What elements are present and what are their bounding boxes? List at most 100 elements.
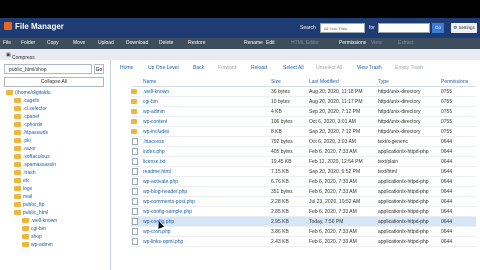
table-row[interactable]: readme.html 7.15 KB Sep 20, 2020, 6:52 PM t… xyxy=(131,167,476,177)
settings-button[interactable]: ⚙ Settings xyxy=(451,23,477,33)
file-name[interactable]: readme.html xyxy=(143,169,171,175)
table-row[interactable]: license.txt 19.45 KB Feb 12, 2020, 12:54 P… xyxy=(131,157,476,167)
file-perms: 0644 xyxy=(441,209,453,215)
toolbar-upload-button[interactable]: Upload xyxy=(98,40,114,46)
toolbar-delete-button[interactable]: Delete xyxy=(159,40,173,46)
tree-item[interactable]: logs xyxy=(14,186,32,193)
column-name[interactable]: Name xyxy=(143,79,156,85)
table-row[interactable]: wp-config.php 2.95 KB Today, 7:56 PM applic… xyxy=(131,217,476,227)
file-name[interactable]: .well-known xyxy=(143,89,169,95)
search-input[interactable] xyxy=(378,23,430,33)
action-view-trash-button[interactable]: View Trash xyxy=(357,65,382,71)
toolbar-permissions-button[interactable]: Permissions xyxy=(339,40,366,46)
path-go-button[interactable]: Go xyxy=(94,64,104,74)
table-row[interactable]: wp-comments-post.php 2.28 KB Jul 23, 2020,… xyxy=(131,197,476,207)
tree-item[interactable]: .trash xyxy=(14,170,36,177)
column-type[interactable]: Type xyxy=(378,79,389,85)
action-forward-button[interactable]: Forward xyxy=(218,65,236,71)
table-row[interactable]: wp-content 106 bytes Oct 6, 2020, 3:01 AM h… xyxy=(131,117,476,127)
tree-item[interactable]: .cl.selector xyxy=(14,106,47,113)
action-reload-button[interactable]: Reload xyxy=(251,65,267,71)
action-back-button[interactable]: Back xyxy=(193,65,204,71)
action-up-one-level-button[interactable]: Up One Level xyxy=(148,65,179,71)
toolbar-rename-button[interactable]: Rename xyxy=(244,40,263,46)
table-row[interactable]: .htaccess 792 bytes Oct 6, 2020, 3:03 AM te… xyxy=(131,137,476,147)
toolbar-restore-button[interactable]: Restore xyxy=(188,40,206,46)
table-row[interactable]: wp-blog-header.php 351 bytes Feb 6, 2020, … xyxy=(131,187,476,197)
tree-item[interactable]: public_ftp xyxy=(14,202,44,209)
compress-button[interactable]: ▣ Compress xyxy=(6,52,35,61)
file-name[interactable]: .htaccess xyxy=(143,139,164,145)
file-size: 4 KB xyxy=(271,109,282,115)
file-name[interactable]: wp-blog-header.php xyxy=(143,189,187,195)
toolbar-view-button[interactable]: View xyxy=(371,40,382,46)
table-row[interactable]: wp-cron.php 3.86 KB Feb 6, 2020, 7:33 AM ap… xyxy=(131,227,476,237)
file-name[interactable]: cgi-bin xyxy=(143,99,158,105)
file-perms: 0644 xyxy=(441,149,453,155)
tree-item[interactable]: .razor xyxy=(14,146,36,153)
table-row[interactable]: wp-activate.php 6.76 KB Feb 6, 2020, 7:33 … xyxy=(131,177,476,187)
table-row[interactable]: wp-includes 8 KB Sep 20, 2020, 7:12 PM http… xyxy=(131,127,476,137)
table-row[interactable]: index.php 405 bytes Feb 6, 2020, 7:33 AM ap… xyxy=(131,147,476,157)
tree-item[interactable]: mail xyxy=(14,194,32,201)
tree-item[interactable]: .spamassassin xyxy=(14,162,56,169)
folder-icon xyxy=(14,194,21,199)
tree-item[interactable]: .cpanel xyxy=(14,114,39,121)
action-home-button[interactable]: Home xyxy=(120,65,133,71)
path-input[interactable]: public_html/shop xyxy=(4,64,92,74)
tree-item-label: (/home/digitaldu xyxy=(15,90,51,96)
tree-item[interactable]: .cagefs xyxy=(14,98,39,105)
file-name[interactable]: license.txt xyxy=(143,159,165,165)
tree-item[interactable]: .softaculous xyxy=(14,154,50,161)
toolbar-move-button[interactable]: Move xyxy=(73,40,85,46)
tree-item[interactable]: .pki xyxy=(14,138,31,145)
table-row[interactable]: wp-admin 4 KB Sep 20, 2020, 7:12 PM httpd/u… xyxy=(131,107,476,117)
table-row[interactable]: cgi-bin 10 bytes Aug 20, 2020, 11:17 PM htt… xyxy=(131,97,476,107)
tree-item[interactable]: .well-known xyxy=(22,218,57,225)
file-modified: Feb 6, 2020, 7:33 AM xyxy=(309,189,357,195)
collapse-all-button[interactable]: Collapse All xyxy=(4,77,104,87)
tree-item[interactable]: (/home/digitaldu xyxy=(6,90,51,97)
action-empty-trash-button[interactable]: Empty Trash xyxy=(395,65,423,71)
file-name[interactable]: wp-content xyxy=(143,119,167,125)
toolbar-file-button[interactable]: File xyxy=(3,40,11,46)
cpanel-icon xyxy=(4,22,12,30)
table-row[interactable]: wp-config-sample.php 2.85 KB Feb 6, 2020, … xyxy=(131,207,476,217)
file-type: application/x-httpd-php xyxy=(378,209,429,215)
table-row[interactable]: .well-known 36 bytes Aug 20, 2020, 11:18 P… xyxy=(131,87,476,97)
tree-item[interactable]: public_html xyxy=(14,210,48,217)
file-name[interactable]: wp-activate.php xyxy=(143,179,178,185)
file-list-panel: Home Up One Level Back Forward Reload Select … xyxy=(111,60,480,270)
tree-item[interactable]: .cphorde xyxy=(14,122,42,129)
file-name[interactable]: wp-config-sample.php xyxy=(143,209,192,215)
column-modified[interactable]: Last Modified xyxy=(309,79,339,85)
toolbar-edit-button[interactable]: Edit xyxy=(266,40,275,46)
tree-item[interactable]: cgi-bin xyxy=(22,226,46,233)
column-permissions[interactable]: Permissions xyxy=(441,79,468,85)
tree-item[interactable]: shop xyxy=(22,234,42,241)
file-name[interactable]: wp-cron.php xyxy=(143,229,171,235)
tree-item[interactable]: wp-admin xyxy=(22,242,53,249)
file-name[interactable]: wp-includes xyxy=(143,129,169,135)
table-row[interactable]: wp-links-opml.php 2.43 KB Feb 6, 2020, 7:3… xyxy=(131,237,476,247)
file-name[interactable]: wp-links-opml.php xyxy=(143,239,183,245)
file-type: application/x-httpd-php xyxy=(378,149,429,155)
tree-item[interactable]: .htpasswds xyxy=(14,130,48,137)
toolbar-download-button[interactable]: Download xyxy=(126,40,148,46)
action-select-all-button[interactable]: Select All xyxy=(283,65,304,71)
file-name[interactable]: wp-admin xyxy=(143,109,165,115)
toolbar-extract-button[interactable]: Extract xyxy=(398,40,414,46)
toolbar-html-editor-button[interactable]: HTML Editor xyxy=(291,40,319,46)
file-name[interactable]: index.php xyxy=(143,149,165,155)
tree-item[interactable]: etc xyxy=(14,178,30,185)
search-scope-select[interactable]: All Your Files xyxy=(320,23,365,33)
search-go-button[interactable]: Go xyxy=(432,23,444,33)
toolbar-folder-button[interactable]: Folder xyxy=(21,40,35,46)
tree-item-label: .cpanel xyxy=(23,114,40,120)
action-unselect-all-button[interactable]: Unselect All xyxy=(316,65,342,71)
file-name[interactable]: wp-comments-post.php xyxy=(143,199,195,205)
tree-item-label: logs xyxy=(23,186,33,192)
column-size[interactable]: Size xyxy=(271,79,281,85)
folder-icon xyxy=(14,170,21,175)
toolbar-copy-button[interactable]: Copy xyxy=(47,40,59,46)
